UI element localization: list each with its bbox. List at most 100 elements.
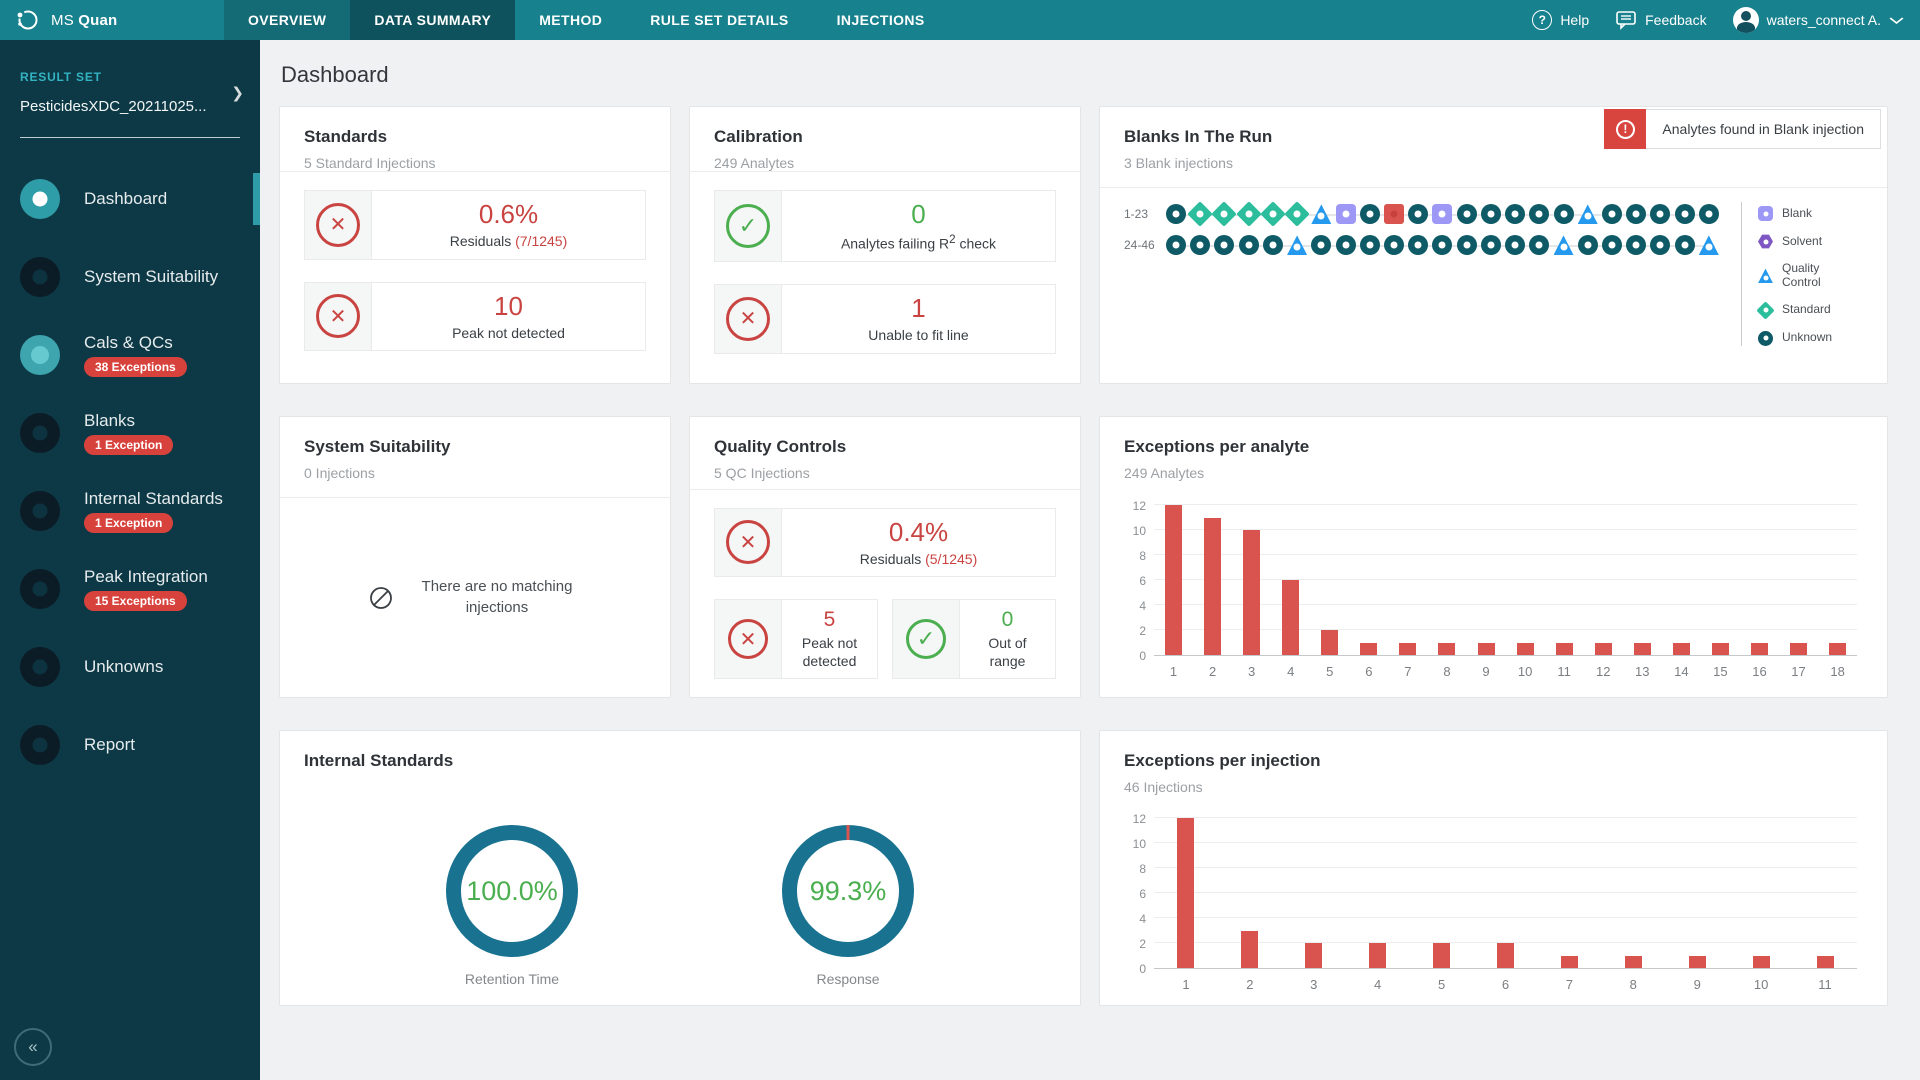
tab-injections[interactable]: INJECTIONS — [813, 0, 949, 40]
injection-marker-unknown[interactable] — [1529, 235, 1549, 255]
result-set-selector[interactable]: RESULT SET PesticidesXDC_20211025... ❯ — [0, 40, 260, 138]
injection-marker-unknown[interactable] — [1481, 204, 1501, 224]
sidebar-collapse-button[interactable]: « — [14, 1028, 52, 1066]
injection-marker-unknown[interactable] — [1336, 235, 1356, 255]
injection-marker-blank[interactable] — [1336, 204, 1356, 224]
injection-marker-unknown[interactable] — [1360, 204, 1380, 224]
injection-marker-blank-exception[interactable] — [1384, 204, 1404, 224]
bar-6[interactable] — [1360, 643, 1377, 656]
injection-marker-qc[interactable] — [1699, 235, 1719, 255]
injection-marker-unknown[interactable] — [1529, 204, 1549, 224]
stat-tile: ✕0.6%Residuals (7/1245) — [304, 190, 646, 260]
y-tick-label: 12 — [1133, 499, 1146, 513]
injection-marker-unknown[interactable] — [1675, 204, 1695, 224]
injection-marker-unknown[interactable] — [1626, 204, 1646, 224]
injection-marker-unknown[interactable] — [1602, 204, 1622, 224]
sidebar-item-unknowns[interactable]: Unknowns — [0, 628, 260, 706]
tab-overview[interactable]: OVERVIEW — [224, 0, 350, 40]
card-header: Exceptions per injection 46 Injections — [1100, 731, 1887, 795]
injection-marker-unknown[interactable] — [1311, 235, 1331, 255]
bar-17[interactable] — [1790, 643, 1807, 656]
sidebar-item-peak-integration[interactable]: Peak Integration15 Exceptions — [0, 550, 260, 628]
injection-marker-unknown[interactable] — [1360, 235, 1380, 255]
bar-9[interactable] — [1478, 643, 1495, 656]
injection-marker-unknown[interactable] — [1578, 235, 1598, 255]
injection-marker-blank[interactable] — [1432, 204, 1452, 224]
bar-7[interactable] — [1399, 643, 1416, 656]
injection-marker-unknown[interactable] — [1650, 204, 1670, 224]
bar-6[interactable] — [1497, 943, 1514, 968]
injection-marker-standard[interactable] — [1263, 204, 1283, 224]
injection-marker-unknown[interactable] — [1457, 204, 1477, 224]
bar-3[interactable] — [1305, 943, 1322, 968]
injection-marker-unknown[interactable] — [1384, 235, 1404, 255]
bar-7[interactable] — [1561, 956, 1578, 969]
sidebar-item-blanks[interactable]: Blanks1 Exception — [0, 394, 260, 472]
injection-marker-unknown[interactable] — [1505, 204, 1525, 224]
bar-3[interactable] — [1243, 530, 1260, 655]
bar-1[interactable] — [1177, 818, 1194, 968]
injection-marker-standard[interactable] — [1190, 204, 1210, 224]
bar-15[interactable] — [1712, 643, 1729, 656]
injection-marker-unknown[interactable] — [1602, 235, 1622, 255]
injection-marker-unknown[interactable] — [1263, 235, 1283, 255]
injection-marker-unknown[interactable] — [1554, 204, 1574, 224]
injection-marker-qc[interactable] — [1554, 235, 1574, 255]
injection-marker-unknown[interactable] — [1214, 235, 1234, 255]
bar-13[interactable] — [1634, 643, 1651, 656]
help-button[interactable]: ? Help — [1532, 10, 1589, 30]
bar-cell — [1818, 506, 1857, 655]
injection-marker-unknown[interactable] — [1432, 235, 1452, 255]
bar-4[interactable] — [1282, 580, 1299, 655]
injection-marker-unknown[interactable] — [1699, 204, 1719, 224]
injection-marker-unknown[interactable] — [1166, 235, 1186, 255]
user-menu[interactable]: waters_connect A. — [1733, 7, 1902, 33]
bar-12[interactable] — [1595, 643, 1612, 656]
injection-marker-qc[interactable] — [1578, 204, 1598, 224]
injection-marker-unknown[interactable] — [1481, 235, 1501, 255]
bar-9[interactable] — [1689, 956, 1706, 969]
bar-10[interactable] — [1517, 643, 1534, 656]
injection-marker-unknown[interactable] — [1190, 235, 1210, 255]
bar-8[interactable] — [1625, 956, 1642, 969]
bar-14[interactable] — [1673, 643, 1690, 656]
injection-marker-unknown[interactable] — [1408, 204, 1428, 224]
bar-2[interactable] — [1204, 518, 1221, 656]
injection-marker-unknown[interactable] — [1505, 235, 1525, 255]
bar-18[interactable] — [1829, 643, 1846, 656]
bar-11[interactable] — [1556, 643, 1573, 656]
sidebar-item-system-suitability[interactable]: System Suitability — [0, 238, 260, 316]
bar-8[interactable] — [1438, 643, 1455, 656]
injection-marker-unknown[interactable] — [1650, 235, 1670, 255]
injection-marker-unknown[interactable] — [1166, 204, 1186, 224]
injection-marker-standard[interactable] — [1239, 204, 1259, 224]
stat-value: 5 — [824, 608, 836, 632]
bar-5[interactable] — [1321, 630, 1338, 655]
sidebar-item-cals-qcs[interactable]: Cals & QCs38 Exceptions — [0, 316, 260, 394]
tab-method[interactable]: METHOD — [515, 0, 626, 40]
injection-marker-standard[interactable] — [1287, 204, 1307, 224]
injection-marker-unknown[interactable] — [1675, 235, 1695, 255]
sidebar-item-report[interactable]: Report — [0, 706, 260, 784]
bar-2[interactable] — [1241, 931, 1258, 969]
chevron-right-icon[interactable]: ❯ — [231, 84, 244, 102]
bar-1[interactable] — [1165, 505, 1182, 655]
bar-4[interactable] — [1369, 943, 1386, 968]
injection-marker-unknown[interactable] — [1626, 235, 1646, 255]
injection-marker-qc[interactable] — [1287, 235, 1307, 255]
injection-marker-standard[interactable] — [1214, 204, 1234, 224]
sidebar-item-internal-standards[interactable]: Internal Standards1 Exception — [0, 472, 260, 550]
injection-marker-unknown[interactable] — [1457, 235, 1477, 255]
exceptions-per-injection-card: Exceptions per injection 46 Injections 0… — [1099, 730, 1888, 1006]
bar-10[interactable] — [1753, 956, 1770, 969]
tab-data-summary[interactable]: DATA SUMMARY — [350, 0, 515, 40]
bar-16[interactable] — [1751, 643, 1768, 656]
feedback-button[interactable]: Feedback — [1615, 10, 1706, 30]
injection-marker-unknown[interactable] — [1239, 235, 1259, 255]
bar-5[interactable] — [1433, 943, 1450, 968]
bar-11[interactable] — [1817, 956, 1834, 969]
sidebar-item-dashboard[interactable]: Dashboard — [0, 160, 260, 238]
injection-marker-unknown[interactable] — [1408, 235, 1428, 255]
injection-marker-qc[interactable] — [1311, 204, 1331, 224]
tab-rule-set-details[interactable]: RULE SET DETAILS — [626, 0, 812, 40]
